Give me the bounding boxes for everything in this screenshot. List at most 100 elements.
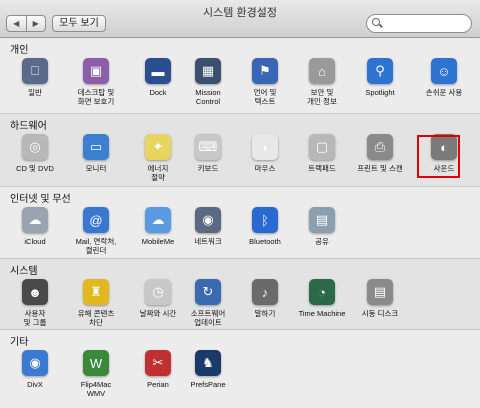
speech-icon: ♪ [252, 279, 278, 305]
pref-item-label: 프린트 및 스캔 [357, 164, 403, 173]
energy-icon: ✦ [145, 134, 171, 160]
pref-item-general[interactable]: ⎕ 일반 [5, 56, 65, 97]
section-3: 시스템 ☻ 사용자 및 그룹 ♜ 유해 콘텐츠 차단 ◷ 날짜와 시간 ↻ 소프트웨어 업데이트 ♪ 말하… [0, 258, 480, 329]
parental-controls-icon: ♜ [83, 279, 109, 305]
pref-item-label: 공유 [315, 237, 329, 246]
pref-item-label: 일반 [28, 88, 42, 97]
network-icon: ◉ [195, 207, 221, 233]
pref-item-time-machine[interactable]: ◔ Time Machine [292, 277, 352, 318]
pref-item-label: DivX [27, 380, 43, 389]
mission-control-icon: ▦ [195, 58, 221, 84]
security-icon: ⌂ [309, 58, 335, 84]
pref-item-desktop[interactable]: ▣ 데스크탑 및 화면 보호기 [66, 56, 126, 106]
pref-item-label: CD 및 DVD [16, 164, 54, 173]
pref-item-divx[interactable]: ◉ DivX [5, 348, 65, 389]
monitor-icon: ▭ [83, 134, 109, 160]
forward-button[interactable]: ▶ [25, 16, 46, 31]
pref-item-label: 네트워크 [194, 237, 222, 246]
startup-disk-icon: ▤ [367, 279, 393, 305]
search-field[interactable] [366, 14, 472, 33]
mouse-icon: ◖ [252, 134, 278, 160]
pref-item-bluetooth[interactable]: ᛒ Bluetooth [235, 205, 295, 246]
dock-icon: ▬ [145, 58, 171, 84]
pref-item-trackpad[interactable]: ▢ 트랙패드 [292, 132, 352, 173]
section-1: 하드웨어 ◎ CD 및 DVD ▭ 모니터 ✦ 에너지 절약 ⌨ 키보드 ◖ 마우스 ▢ 트랙패드 ⎙ 프린트… [0, 113, 480, 186]
pref-item-label: 사용자 및 그룹 [23, 309, 47, 327]
users-icon: ☻ [22, 279, 48, 305]
pref-item-label: 언어 및 텍스트 [253, 88, 277, 106]
pref-item-label: 모니터 [85, 164, 107, 173]
pref-item-label: PrefsPane [190, 380, 226, 389]
pref-item-parental-controls[interactable]: ♜ 유해 콘텐츠 차단 [66, 277, 126, 327]
mail-icon: @ [83, 207, 109, 233]
pref-item-icloud[interactable]: ☁ iCloud [5, 205, 65, 246]
desktop-icon: ▣ [83, 58, 109, 84]
pref-item-printer[interactable]: ⎙ 프린트 및 스캔 [350, 132, 410, 173]
pref-item-label: 트랙패드 [308, 164, 336, 173]
pref-item-label: 유해 콘텐츠 차단 [77, 309, 115, 327]
perian-icon: ✂ [145, 350, 171, 376]
pref-item-network[interactable]: ◉ 네트워크 [178, 205, 238, 246]
mobileme-icon: ☁ [145, 207, 171, 233]
pref-item-flip4mac[interactable]: W Flip4Mac WMV [66, 348, 126, 398]
pref-item-cd[interactable]: ◎ CD 및 DVD [5, 132, 65, 173]
nav-buttons: ◀ ▶ [6, 15, 46, 32]
pref-item-accessibility[interactable]: ☺ 손쉬운 사용 [414, 56, 474, 97]
flip4mac-icon: W [83, 350, 109, 376]
section-items: ☁ iCloud @ Mail, 연락처, 캘린더 ☁ MobileMe ◉ 네트워크 ᛒ Blue… [0, 205, 480, 265]
pref-item-label: 말하기 [254, 309, 276, 318]
pref-item-label: Flip4Mac WMV [80, 380, 112, 398]
section-title: 개인 [10, 45, 29, 56]
pref-item-prefspane[interactable]: ♞ PrefsPane [178, 348, 238, 389]
show-all-button[interactable]: 모두 보기 [52, 15, 106, 32]
pref-item-security[interactable]: ⌂ 보안 및 개인 정보 [292, 56, 352, 106]
language-icon: ⚑ [252, 58, 278, 84]
printer-icon: ⎙ [367, 134, 393, 160]
accessibility-icon: ☺ [431, 58, 457, 84]
section-items: ◉ DivX W Flip4Mac WMV ✂ Perian ♞ PrefsPane [0, 348, 480, 408]
pref-item-label: 소프트웨어 업데이트 [190, 309, 226, 327]
sharing-icon: ▤ [309, 207, 335, 233]
pref-item-mouse[interactable]: ◖ 마우스 [235, 132, 295, 173]
pref-item-language[interactable]: ⚑ 언어 및 텍스트 [235, 56, 295, 106]
keyboard-icon: ⌨ [195, 134, 221, 160]
pref-item-label: 키보드 [197, 164, 219, 173]
search-icon [372, 18, 380, 26]
section-items: ☻ 사용자 및 그룹 ♜ 유해 콘텐츠 차단 ◷ 날짜와 시간 ↻ 소프트웨어 업데이트 ♪ 말하기 ◔ T… [0, 277, 480, 337]
bluetooth-icon: ᛒ [252, 207, 278, 233]
pref-item-mail[interactable]: @ Mail, 연락처, 캘린더 [66, 205, 126, 255]
highlight-box [417, 135, 460, 178]
pref-item-label: Mail, 연락처, 캘린더 [75, 237, 117, 255]
pref-item-users[interactable]: ☻ 사용자 및 그룹 [5, 277, 65, 327]
pref-item-label: Mission Control [195, 88, 221, 106]
section-items: ◎ CD 및 DVD ▭ 모니터 ✦ 에너지 절약 ⌨ 키보드 ◖ 마우스 ▢ 트랙패드 ⎙ 프린트 및 스… [0, 132, 480, 192]
pref-item-label: 마우스 [254, 164, 276, 173]
section-title: 하드웨어 [10, 121, 47, 132]
section-title: 시스템 [10, 266, 38, 277]
pref-item-label: 손쉬운 사용 [425, 88, 463, 97]
section-items: ⎕ 일반 ▣ 데스크탑 및 화면 보호기 ▬ Dock ▦ Mission Control ⚑ 언어 … [0, 56, 480, 116]
pref-item-label: 데스크탑 및 화면 보호기 [77, 88, 115, 106]
section-0: 개인 ⎕ 일반 ▣ 데스크탑 및 화면 보호기 ▬ Dock ▦ Mission Control ⚑ 언… [0, 38, 480, 113]
pref-item-software-update[interactable]: ↻ 소프트웨어 업데이트 [178, 277, 238, 327]
icloud-icon: ☁ [22, 207, 48, 233]
pref-item-sharing[interactable]: ▤ 공유 [292, 205, 352, 246]
pref-item-spotlight[interactable]: ⚲ Spotlight [350, 56, 410, 97]
section-title: 기타 [10, 337, 29, 348]
pref-item-label: iCloud [24, 237, 46, 246]
prefspane-icon: ♞ [195, 350, 221, 376]
pref-item-monitor[interactable]: ▭ 모니터 [66, 132, 126, 173]
pref-item-startup-disk[interactable]: ▤ 시동 디스크 [350, 277, 410, 318]
pref-item-keyboard[interactable]: ⌨ 키보드 [178, 132, 238, 173]
cd-icon: ◎ [22, 134, 48, 160]
general-icon: ⎕ [22, 58, 48, 84]
section-title: 인터넷 및 무선 [10, 194, 71, 205]
back-button[interactable]: ◀ [7, 16, 26, 31]
trackpad-icon: ▢ [309, 134, 335, 160]
pref-item-speech[interactable]: ♪ 말하기 [235, 277, 295, 318]
pref-item-mission-control[interactable]: ▦ Mission Control [178, 56, 238, 106]
time-machine-icon: ◔ [309, 279, 335, 305]
pref-item-label: Spotlight [365, 88, 395, 97]
section-2: 인터넷 및 무선 ☁ iCloud @ Mail, 연락처, 캘린더 ☁ MobileMe ◉ 네… [0, 186, 480, 258]
spotlight-icon: ⚲ [367, 58, 393, 84]
